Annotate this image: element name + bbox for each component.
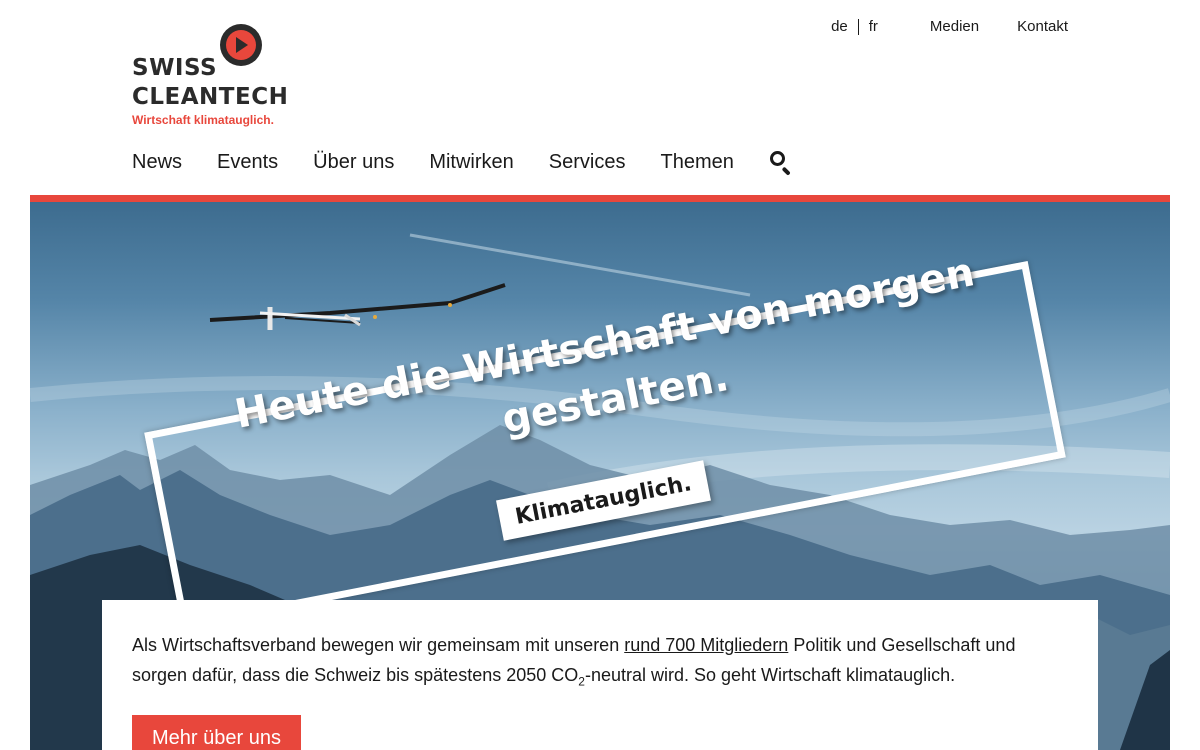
intro-box: Als Wirtschaftsverband bewegen wir gemei… <box>102 600 1098 750</box>
nav-item-news[interactable]: News <box>132 151 182 174</box>
main-navigation: News Events Über uns Mitwirken Services … <box>132 150 793 176</box>
play-logo-icon <box>220 24 262 66</box>
members-link[interactable]: rund 700 Mitgliedern <box>624 635 788 655</box>
logo-line1: SWISS <box>132 55 218 81</box>
logo[interactable]: SWISS CLEANTECH Wirtschaft klimatauglich… <box>132 24 292 134</box>
search-icon[interactable] <box>769 150 793 176</box>
language-switcher: de fr <box>831 18 878 35</box>
mehr-ueber-uns-button[interactable]: Mehr über uns <box>132 715 301 750</box>
nav-item-services[interactable]: Services <box>549 151 626 174</box>
logo-line2: CLEANTECH <box>132 84 289 110</box>
co2-subscript: 2 <box>578 674 585 689</box>
language-de[interactable]: de <box>831 18 848 35</box>
nav-item-ueber-uns[interactable]: Über uns <box>313 151 394 174</box>
kontakt-link[interactable]: Kontakt <box>1017 18 1068 35</box>
medien-link[interactable]: Medien <box>930 18 979 35</box>
language-fr[interactable]: fr <box>869 18 878 35</box>
nav-item-events[interactable]: Events <box>217 151 278 174</box>
solar-airplane <box>209 283 506 330</box>
intro-text-part3: -neutral wird. So geht Wirtschaft klimat… <box>584 665 956 685</box>
language-separator <box>857 18 859 35</box>
intro-text-part1: Als Wirtschaftsverband bewegen wir gemei… <box>132 635 625 655</box>
intro-text: Als Wirtschaftsverband bewegen wir gemei… <box>132 630 1068 697</box>
nav-item-themen[interactable]: Themen <box>660 151 733 174</box>
hero-accent-bar <box>30 195 1170 202</box>
logo-tagline: Wirtschaft klimatauglich. <box>132 113 274 127</box>
meta-navigation: de fr Medien Kontakt <box>831 18 1068 35</box>
nav-item-mitwirken[interactable]: Mitwirken <box>429 151 513 174</box>
